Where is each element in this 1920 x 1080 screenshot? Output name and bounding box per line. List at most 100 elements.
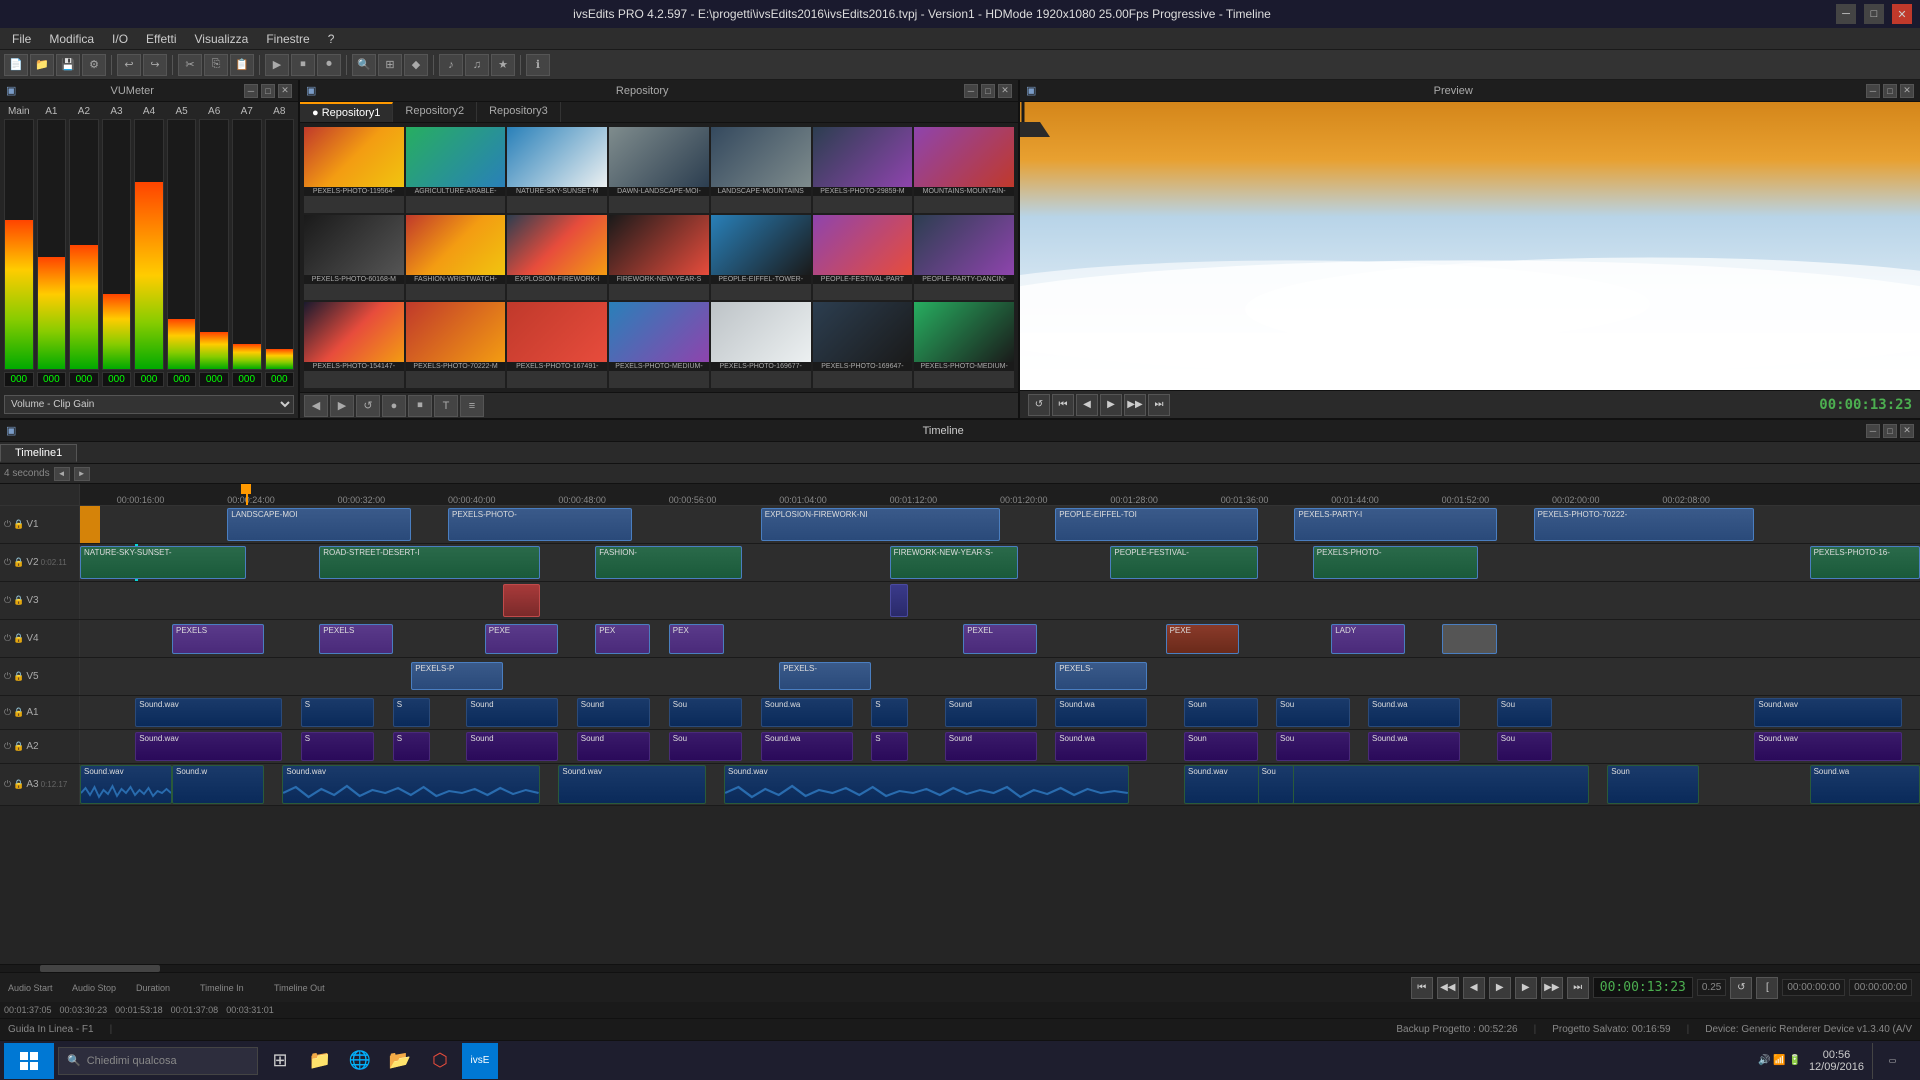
a1-clip-6[interactable]: Sou [669, 698, 743, 727]
v2-clip-festival[interactable]: PEOPLE-FESTIVAL- [1110, 546, 1257, 579]
toolbar-marker[interactable]: ◆ [404, 54, 428, 76]
a3-clip-1[interactable]: Sound.wav [80, 765, 172, 804]
preview-prev-frame[interactable]: ◀ [1076, 394, 1098, 416]
toolbar-fx[interactable]: ★ [491, 54, 515, 76]
v2-clip-fashion[interactable]: FASHION- [595, 546, 742, 579]
a2-clip-13[interactable]: Sound.wa [1368, 732, 1460, 761]
repo-tab-1[interactable]: ● Repository1 [300, 102, 393, 122]
repo-thumb-6[interactable]: MOUNTAINS-MOUNTAIN- [914, 127, 1014, 213]
repo-thumb-5[interactable]: PEXELS-PHOTO-29859-M [813, 127, 913, 213]
v1-clip-party[interactable]: PEXELS-PARTY-I [1294, 508, 1496, 541]
a3-clip-2[interactable]: Sound.w [172, 765, 264, 804]
a1-clip-12[interactable]: Sou [1276, 698, 1350, 727]
a1-clip-11[interactable]: Soun [1184, 698, 1258, 727]
a1-clip-3[interactable]: S [393, 698, 430, 727]
toolbar-zoom[interactable]: 🔍 [352, 54, 376, 76]
repo-btn-2[interactable]: ▶ [330, 395, 354, 417]
a2-clip-14[interactable]: Sou [1497, 732, 1552, 761]
vu-dropdown[interactable]: Volume - Clip Gain [4, 395, 294, 414]
track-a3-content[interactable]: Sound.wav Sound.w Sound.wav Sound.wav So… [80, 764, 1920, 805]
menu-finestre[interactable]: Finestre [258, 30, 317, 48]
menu-effetti[interactable]: Effetti [138, 30, 184, 48]
a3-clip-3[interactable]: Sound.wav [282, 765, 540, 804]
v5-clip-3[interactable]: PEXELS- [1055, 662, 1147, 690]
a1-clip-14[interactable]: Sou [1497, 698, 1552, 727]
track-a2-power[interactable]: ⏻ [4, 741, 11, 752]
transport-next-frame[interactable]: ▶ [1515, 977, 1537, 999]
transport-play[interactable]: ▶ [1489, 977, 1511, 999]
track-v5-power[interactable]: ⏻ [4, 671, 11, 682]
transport-prev-frame[interactable]: ◀ [1463, 977, 1485, 999]
v1-clip-explosion[interactable]: EXPLOSION-FIREWORK-NI [761, 508, 1000, 541]
repo-thumb-14[interactable]: PEXELS-PHOTO-154147- [304, 302, 404, 388]
a1-clip-10[interactable]: Sound.wa [1055, 698, 1147, 727]
v4-clip-5[interactable]: PEX [669, 624, 724, 654]
toolbar-info[interactable]: ℹ [526, 54, 550, 76]
a1-clip-5[interactable]: Sound [577, 698, 651, 727]
repo-thumb-15[interactable]: PEXELS-PHOTO-70222-M [406, 302, 506, 388]
a2-clip-4[interactable]: Sound [466, 732, 558, 761]
track-a3-power[interactable]: ⏻ [4, 779, 11, 790]
v4-clip-6[interactable]: PEXEL [963, 624, 1037, 654]
preview-minimize[interactable]: ─ [1866, 84, 1880, 98]
track-a2-lock[interactable]: 🔒 [13, 741, 24, 752]
in-btn[interactable]: [ [1756, 977, 1778, 999]
track-v5-content[interactable]: PEXELS-P PEXELS- PEXELS- [80, 658, 1920, 695]
menu-io[interactable]: I/O [104, 30, 136, 48]
repository-close[interactable]: ✕ [998, 84, 1012, 98]
v4-clip-4[interactable]: PEX [595, 624, 650, 654]
timeline-close[interactable]: ✕ [1900, 424, 1914, 438]
toolbar-save[interactable]: 💾 [56, 54, 80, 76]
minimize-button[interactable]: ─ [1836, 4, 1856, 24]
repo-thumb-20[interactable]: PEXELS-PHOTO-MEDIUM- [914, 302, 1014, 388]
v4-clip-2[interactable]: PEXELS [319, 624, 393, 654]
track-v3-content[interactable] [80, 582, 1920, 619]
repo-thumb-9[interactable]: EXPLOSION-FIREWORK-I [507, 215, 607, 301]
v2-clip-photo3[interactable]: PEXELS-PHOTO- [1313, 546, 1479, 579]
v4-clip-8[interactable]: LADY [1331, 624, 1405, 654]
a2-clip-9[interactable]: Sound [945, 732, 1037, 761]
taskbar-view-icon[interactable]: ⊞ [262, 1043, 298, 1079]
scale-right[interactable]: ► [74, 467, 90, 481]
v5-clip-2[interactable]: PEXELS- [779, 662, 871, 690]
track-a1-lock[interactable]: 🔒 [13, 707, 24, 718]
repo-btn-list[interactable]: ≡ [460, 395, 484, 417]
a2-clip-3[interactable]: S [393, 732, 430, 761]
toolbar-new[interactable]: 📄 [4, 54, 28, 76]
preview-forward[interactable]: ⏭ [1148, 394, 1170, 416]
a2-clip-15[interactable]: Sound.wav [1754, 732, 1901, 761]
v4-clip-7[interactable]: PEXE [1166, 624, 1240, 654]
toolbar-open[interactable]: 📁 [30, 54, 54, 76]
toolbar-copy[interactable]: ⎘ [204, 54, 228, 76]
toolbar-settings[interactable]: ⚙ [82, 54, 106, 76]
repo-thumb-2[interactable]: NATURE-SKY-SUNSET-M [507, 127, 607, 213]
transport-forward[interactable]: ⏭ [1567, 977, 1589, 999]
repo-thumb-3[interactable]: DAWN-LANDSCAPE-MOI- [609, 127, 709, 213]
vu-meter-minimize[interactable]: ─ [244, 84, 258, 98]
a3-clip-4[interactable]: Sound.wav [558, 765, 705, 804]
a2-clip-12[interactable]: Sou [1276, 732, 1350, 761]
v1-clip-people[interactable]: PEOPLE-EIFFEL-TOI [1055, 508, 1257, 541]
preview-rewind[interactable]: ⏮ [1052, 394, 1074, 416]
a1-clip-15[interactable]: Sound.wav [1754, 698, 1901, 727]
track-v4-power[interactable]: ⏻ [4, 633, 11, 644]
close-button[interactable]: ✕ [1892, 4, 1912, 24]
a2-clip-1[interactable]: Sound.wav [135, 732, 282, 761]
v4-clip-1[interactable]: PEXELS [172, 624, 264, 654]
repo-thumb-7[interactable]: PEXELS-PHOTO-60168-M [304, 215, 404, 301]
toolbar-grid[interactable]: ⊞ [378, 54, 402, 76]
maximize-button[interactable]: □ [1864, 4, 1884, 24]
preview-next-frame[interactable]: ▶▶ [1124, 394, 1146, 416]
taskbar-ivse-app[interactable]: ivsE [462, 1043, 498, 1079]
menu-modifica[interactable]: Modifica [41, 30, 102, 48]
repo-thumb-1[interactable]: AGRICULTURE-ARABLE- [406, 127, 506, 213]
toolbar-cut[interactable]: ✂ [178, 54, 202, 76]
track-a1-content[interactable]: Sound.wav S S Sound Sound Sou Sound.wa S… [80, 696, 1920, 729]
speed-field[interactable]: 0.25 [1697, 979, 1726, 996]
track-v4-lock[interactable]: 🔒 [13, 633, 24, 644]
a3-clip-6[interactable]: Sound.wav [1184, 765, 1589, 804]
track-v2-power[interactable]: ⏻ [4, 557, 11, 568]
a2-clip-6[interactable]: Sou [669, 732, 743, 761]
a2-clip-11[interactable]: Soun [1184, 732, 1258, 761]
a1-clip-13[interactable]: Sound.wa [1368, 698, 1460, 727]
